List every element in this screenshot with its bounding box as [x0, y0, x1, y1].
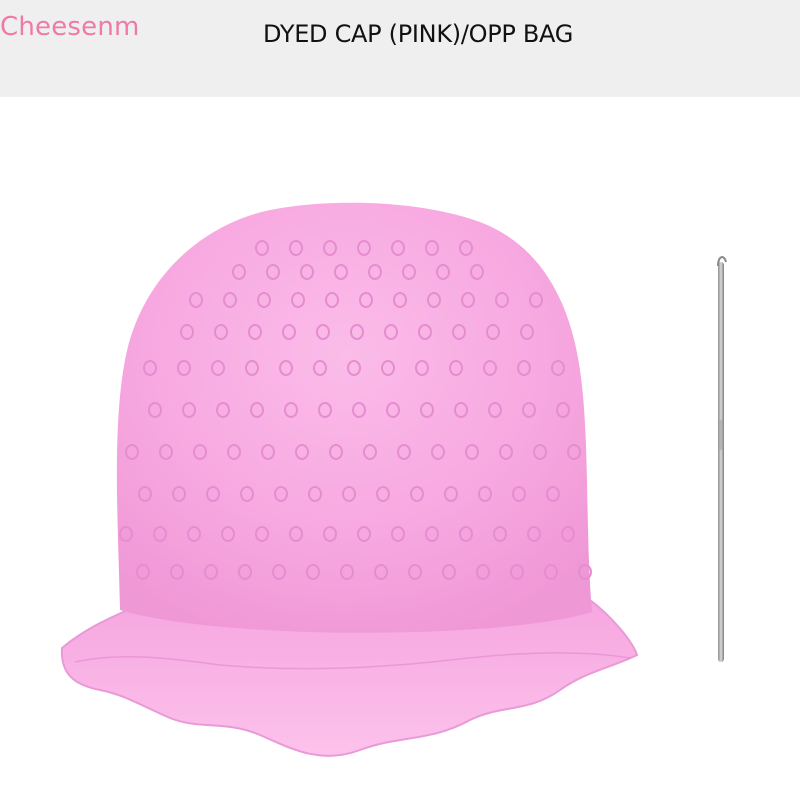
dye-cap	[60, 202, 639, 757]
crochet-hook	[717, 256, 727, 662]
product-photo	[0, 97, 800, 800]
product-image-page: Cheesenm DYED CAP (PINK)/OPP BAG	[0, 0, 800, 800]
header-bar: Cheesenm DYED CAP (PINK)/OPP BAG	[0, 0, 800, 97]
product-title: DYED CAP (PINK)/OPP BAG	[262, 20, 574, 48]
